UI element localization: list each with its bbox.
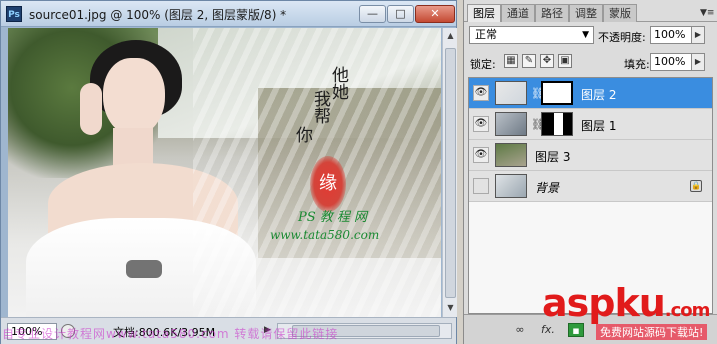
layer-name: 图层 3 — [535, 150, 571, 164]
eye-icon[interactable]: 👁 — [473, 85, 489, 101]
poem-line-2: 我帮 — [310, 90, 330, 124]
canvas-brand-title: PS 教 程 网 — [298, 210, 368, 225]
add-mask-icon[interactable]: ▪ — [568, 323, 584, 337]
document-title-bar[interactable]: Ps source01.jpg @ 100% (图层 2, 图层蒙版/8) * … — [1, 1, 456, 27]
aspku-subtitle: 免费网站源码下载站! — [596, 324, 708, 340]
document-window: Ps source01.jpg @ 100% (图层 2, 图层蒙版/8) * … — [0, 0, 457, 344]
fill-field[interactable]: 100% — [650, 53, 692, 71]
lock-position-icon[interactable]: ✥ — [540, 54, 554, 68]
red-seal-stamp: 缘 — [310, 156, 346, 212]
layer-mask-thumbnail[interactable] — [541, 81, 573, 105]
bottom-watermark: 自专业设计教程网www.tata580.com 转载请保留此链接 — [2, 327, 339, 341]
panel-tab-bar: 图层 通道 路径 调整 蒙版 ▼≡ — [464, 2, 717, 22]
layer-row-background[interactable]: 背景 🔒 — [469, 171, 712, 202]
layer-name: 背景 — [535, 181, 560, 195]
visibility-toggle-empty[interactable] — [473, 178, 489, 194]
tab-channels[interactable]: 通道 — [501, 4, 535, 22]
fill-label: 填充: — [624, 58, 650, 71]
lock-icon: 🔒 — [690, 180, 702, 192]
bride-neck — [113, 128, 153, 168]
tab-masks[interactable]: 蒙版 — [603, 4, 637, 22]
vertical-scrollbar[interactable]: ▲ ▼ — [442, 28, 457, 317]
tab-adjustments[interactable]: 调整 — [569, 4, 603, 22]
link-layers-icon[interactable]: ∞ — [512, 323, 528, 337]
aspku-logo-tld: .com — [664, 300, 711, 321]
lock-transparency-icon[interactable]: ▦ — [504, 54, 518, 68]
layer-name: 图层 2 — [581, 88, 617, 102]
layer-row-layer2[interactable]: 👁 ⛓ 图层 2 — [469, 78, 712, 109]
close-button[interactable]: ✕ — [415, 5, 455, 23]
bride-face — [103, 58, 165, 136]
fx-icon[interactable]: fx. — [540, 323, 556, 337]
layer-thumbnail — [495, 112, 527, 136]
image-canvas[interactable]: 他她 我帮 你 缘 PS 教 程 网 www.tata580.com — [8, 28, 441, 317]
eye-icon[interactable]: 👁 — [473, 147, 489, 163]
vertical-scroll-thumb[interactable] — [445, 48, 456, 298]
layer-row-layer3[interactable]: 👁 图层 3 — [469, 140, 712, 171]
lock-label: 锁定: — [470, 58, 496, 71]
layer-mask-thumbnail[interactable] — [541, 112, 573, 136]
opacity-slider-icon[interactable]: ▶ — [692, 26, 705, 44]
scroll-down-icon[interactable]: ▼ — [444, 301, 457, 315]
poem-line-3: 你 — [292, 126, 312, 143]
layers-panel: 图层 通道 路径 调整 蒙版 ▼≡ 正常 ▼ 不透明度: 100% ▶ 锁定: … — [463, 0, 717, 344]
blend-mode-value: 正常 — [475, 28, 497, 41]
layer-row-layer1[interactable]: 👁 ⛓ 图层 1 — [469, 109, 712, 140]
canvas-brand-url: www.tata580.com — [270, 228, 380, 242]
blend-mode-select[interactable]: 正常 ▼ — [469, 26, 594, 44]
layer-name: 图层 1 — [581, 119, 617, 133]
bride-hand — [80, 83, 102, 135]
document-title: source01.jpg @ 100% (图层 2, 图层蒙版/8) * — [29, 8, 287, 22]
opacity-label: 不透明度: — [598, 31, 646, 44]
layer-thumbnail — [495, 174, 527, 198]
eye-icon[interactable]: 👁 — [473, 116, 489, 132]
maximize-button[interactable]: □ — [387, 5, 414, 23]
aspku-logo-text: aspku — [542, 281, 666, 325]
layer-thumbnail — [495, 143, 527, 167]
minimize-button[interactable]: — — [359, 5, 386, 23]
photoshop-icon: Ps — [6, 6, 22, 22]
chevron-down-icon: ▼ — [582, 30, 589, 40]
layers-list: 👁 ⛓ 图层 2 👁 ⛓ 图层 1 👁 图层 3 背景 🔒 — [468, 77, 713, 314]
layer-thumbnail — [495, 81, 527, 105]
tab-paths[interactable]: 路径 — [535, 4, 569, 22]
fill-slider-icon[interactable]: ▶ — [692, 53, 705, 71]
scroll-up-icon[interactable]: ▲ — [444, 29, 457, 43]
tab-layers[interactable]: 图层 — [467, 4, 501, 22]
panel-menu-icon[interactable]: ▼≡ — [700, 6, 714, 20]
lock-all-icon[interactable]: ▣ — [558, 54, 572, 68]
aspku-logo: aspku.com — [542, 281, 711, 325]
panel-footer: aspku.com ∞ fx. ▪ 免费网站源码下载站! — [464, 281, 717, 344]
dress-ornament — [126, 260, 162, 278]
opacity-field[interactable]: 100% — [650, 26, 692, 44]
lock-pixels-icon[interactable]: ✎ — [522, 54, 536, 68]
